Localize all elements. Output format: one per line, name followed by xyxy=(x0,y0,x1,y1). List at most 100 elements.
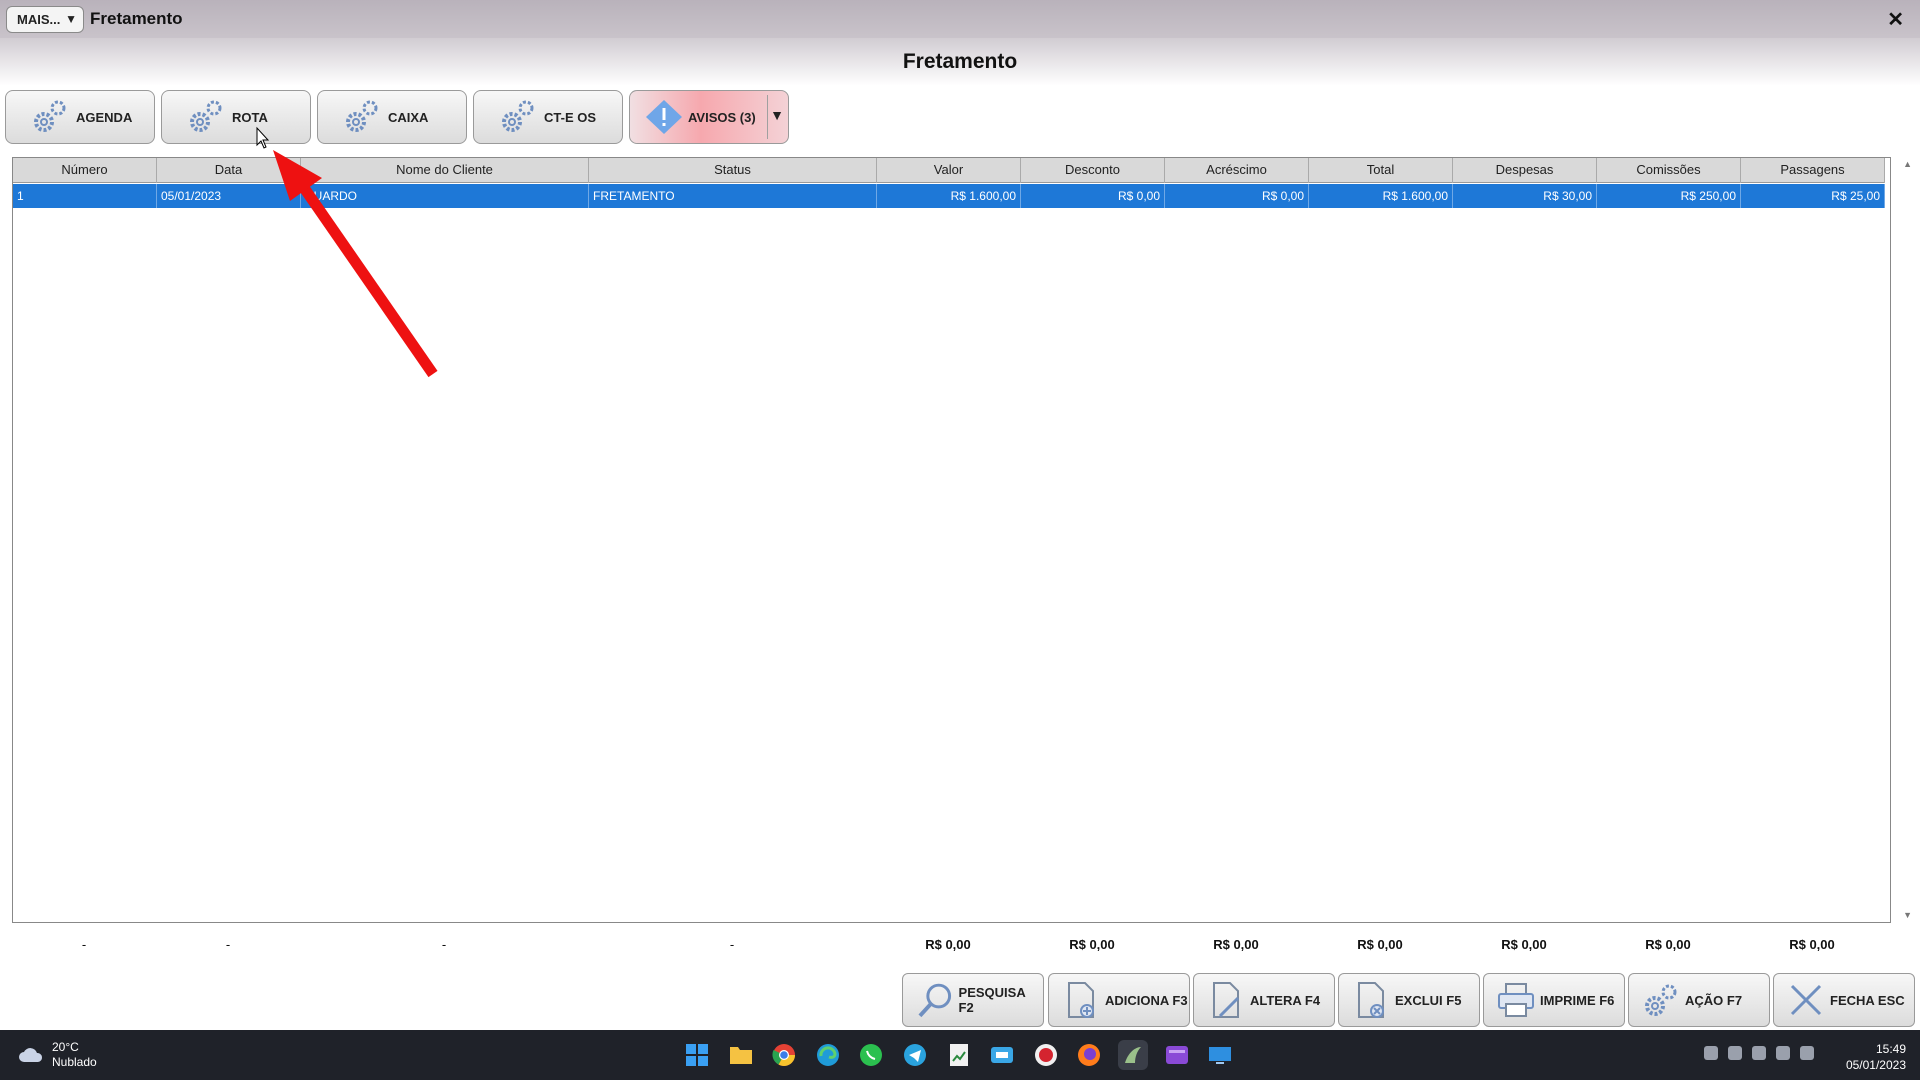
usb-icon[interactable] xyxy=(1704,1046,1718,1060)
video-editor-icon[interactable] xyxy=(1162,1040,1192,1070)
total-desconto: R$ 0,00 xyxy=(1069,937,1115,952)
cell-valor: R$ 1.600,00 xyxy=(877,184,1021,208)
column-header-valor[interactable]: Valor xyxy=(877,158,1021,183)
firefox-icon[interactable] xyxy=(1074,1040,1104,1070)
column-header-numero[interactable]: Número xyxy=(13,158,157,183)
caixa-button[interactable]: CAIXA xyxy=(317,90,467,144)
edit-document-icon xyxy=(1213,982,1240,1018)
table-header: Número Data Nome do Cliente Status Valor Desc… xyxy=(13,158,1885,183)
delete-button[interactable]: EXCLUI F5 xyxy=(1338,973,1480,1027)
gear-icon xyxy=(190,100,222,132)
gear-icon xyxy=(502,100,534,132)
display-icon[interactable] xyxy=(1776,1046,1790,1060)
whatsapp-icon[interactable] xyxy=(856,1040,886,1070)
caixa-label: CAIXA xyxy=(388,109,429,125)
cte-os-button[interactable]: CT-E OS xyxy=(473,90,623,144)
cell-desconto: R$ 0,00 xyxy=(1021,184,1165,208)
add-button[interactable]: ADICIONA F3 xyxy=(1048,973,1190,1027)
total-passagens: R$ 0,00 xyxy=(1789,937,1835,952)
delete-label: EXCLUI F5 xyxy=(1395,992,1462,1008)
column-header-desconto[interactable]: Desconto xyxy=(1021,158,1165,183)
system-tray[interactable] xyxy=(1694,1046,1814,1060)
search-label: PESQUISA F2 xyxy=(958,985,1026,1015)
windows-start-icon[interactable] xyxy=(682,1040,712,1070)
telegram-icon[interactable] xyxy=(900,1040,930,1070)
clock-date: 05/01/2023 xyxy=(1845,1058,1906,1072)
add-document-icon xyxy=(1068,982,1094,1018)
total-valor: R$ 0,00 xyxy=(925,937,971,952)
warning-icon xyxy=(646,100,682,134)
column-header-data[interactable]: Data xyxy=(157,158,301,183)
agenda-label: AGENDA xyxy=(76,109,133,125)
rota-button[interactable]: ROTA xyxy=(161,90,311,144)
volume-icon[interactable] xyxy=(1800,1046,1814,1060)
print-button[interactable]: IMPRIME F6 xyxy=(1483,973,1625,1027)
close-icon xyxy=(1790,984,1822,1016)
printer-icon xyxy=(1498,983,1534,1017)
messaging-app-icon[interactable] xyxy=(987,1040,1017,1070)
cell-data: 05/01/2023 xyxy=(157,184,301,208)
page-title: Fretamento xyxy=(902,50,1018,73)
remote-desktop-icon[interactable] xyxy=(1205,1040,1235,1070)
add-label: ADICIONA F3 xyxy=(1105,992,1188,1008)
edit-button[interactable]: ALTERA F4 xyxy=(1193,973,1335,1027)
taskbar-apps xyxy=(682,1040,1249,1070)
network-icon[interactable] xyxy=(1752,1046,1766,1060)
more-menu-button[interactable]: MAIS... ▼ xyxy=(6,5,84,33)
column-header-total[interactable]: Total xyxy=(1309,158,1453,183)
gear-icon xyxy=(1645,984,1677,1016)
total-data: - xyxy=(225,937,231,952)
temperature: 20°C xyxy=(52,1040,79,1054)
total-acrescimo: R$ 0,00 xyxy=(1213,937,1259,952)
action-label: AÇÃO F7 xyxy=(1685,992,1743,1008)
cell-status: FRETAMENTO xyxy=(589,184,877,208)
cell-total: R$ 1.600,00 xyxy=(1309,184,1453,208)
cell-comissoes: R$ 250,00 xyxy=(1597,184,1741,208)
gear-icon xyxy=(346,100,378,132)
total-comissoes: R$ 0,00 xyxy=(1645,937,1691,952)
gear-icon xyxy=(34,100,66,132)
chevron-down-icon[interactable]: ▼ xyxy=(770,107,784,123)
chrome-icon[interactable] xyxy=(769,1040,799,1070)
cell-passagens: R$ 25,00 xyxy=(1741,184,1885,208)
search-icon xyxy=(918,983,952,1018)
edge-icon[interactable] xyxy=(813,1040,843,1070)
divider xyxy=(767,95,768,139)
close-button[interactable]: FECHA ESC xyxy=(1773,973,1915,1027)
total-cliente: - xyxy=(441,937,447,952)
rota-label: ROTA xyxy=(232,109,268,125)
search-button[interactable]: PESQUISA F2 xyxy=(902,973,1044,1027)
avisos-label: AVISOS (3) xyxy=(688,109,756,125)
weather-widget[interactable]: 20°C Nublado xyxy=(18,1040,97,1070)
delete-document-icon xyxy=(1358,982,1384,1018)
file-explorer-icon[interactable] xyxy=(726,1040,756,1070)
title-bar: MAIS... ▼ Fretamento ✕ xyxy=(0,0,1920,38)
cell-numero: 1 xyxy=(13,184,157,208)
security-app-icon[interactable] xyxy=(1031,1040,1061,1070)
weather-condition: Nublado xyxy=(52,1055,97,1069)
shield-icon[interactable] xyxy=(1728,1046,1742,1060)
column-header-comissoes[interactable]: Comissões xyxy=(1597,158,1741,183)
total-total: R$ 0,00 xyxy=(1357,937,1403,952)
more-menu-label: MAIS... xyxy=(17,11,61,27)
column-header-acrescimo[interactable]: Acréscimo xyxy=(1165,158,1309,183)
avisos-button[interactable]: AVISOS (3) ▼ xyxy=(629,90,789,144)
records-table[interactable]: Número Data Nome do Cliente Status Valor Desc… xyxy=(12,157,1891,923)
column-header-cliente[interactable]: Nome do Cliente xyxy=(301,158,589,183)
clock-time: 15:49 xyxy=(1875,1042,1906,1056)
scroll-down-icon[interactable]: ▼ xyxy=(1903,910,1912,920)
column-header-despesas[interactable]: Despesas xyxy=(1453,158,1597,183)
column-header-status[interactable]: Status xyxy=(589,158,877,183)
scroll-up-icon[interactable]: ▲ xyxy=(1903,159,1912,169)
column-header-passagens[interactable]: Passagens xyxy=(1741,158,1885,183)
spreadsheet-icon[interactable] xyxy=(944,1040,974,1070)
active-app-icon[interactable] xyxy=(1117,1040,1148,1070)
close-icon[interactable]: ✕ xyxy=(1887,7,1904,32)
table-row[interactable]: 1 05/01/2023 DUARDO FRETAMENTO R$ 1.600,00 R$… xyxy=(13,184,1885,208)
clock[interactable]: 15:49 05/01/2023 xyxy=(1846,1041,1906,1073)
window-title: Fretamento xyxy=(90,9,183,28)
print-label: IMPRIME F6 xyxy=(1540,992,1615,1008)
action-button[interactable]: AÇÃO F7 xyxy=(1628,973,1770,1027)
agenda-button[interactable]: AGENDA xyxy=(5,90,155,144)
totals-row: - - - - R$ 0,00 R$ 0,00 R$ 0,00 R$ 0,00 R$ 0,00 R… xyxy=(12,937,1884,957)
